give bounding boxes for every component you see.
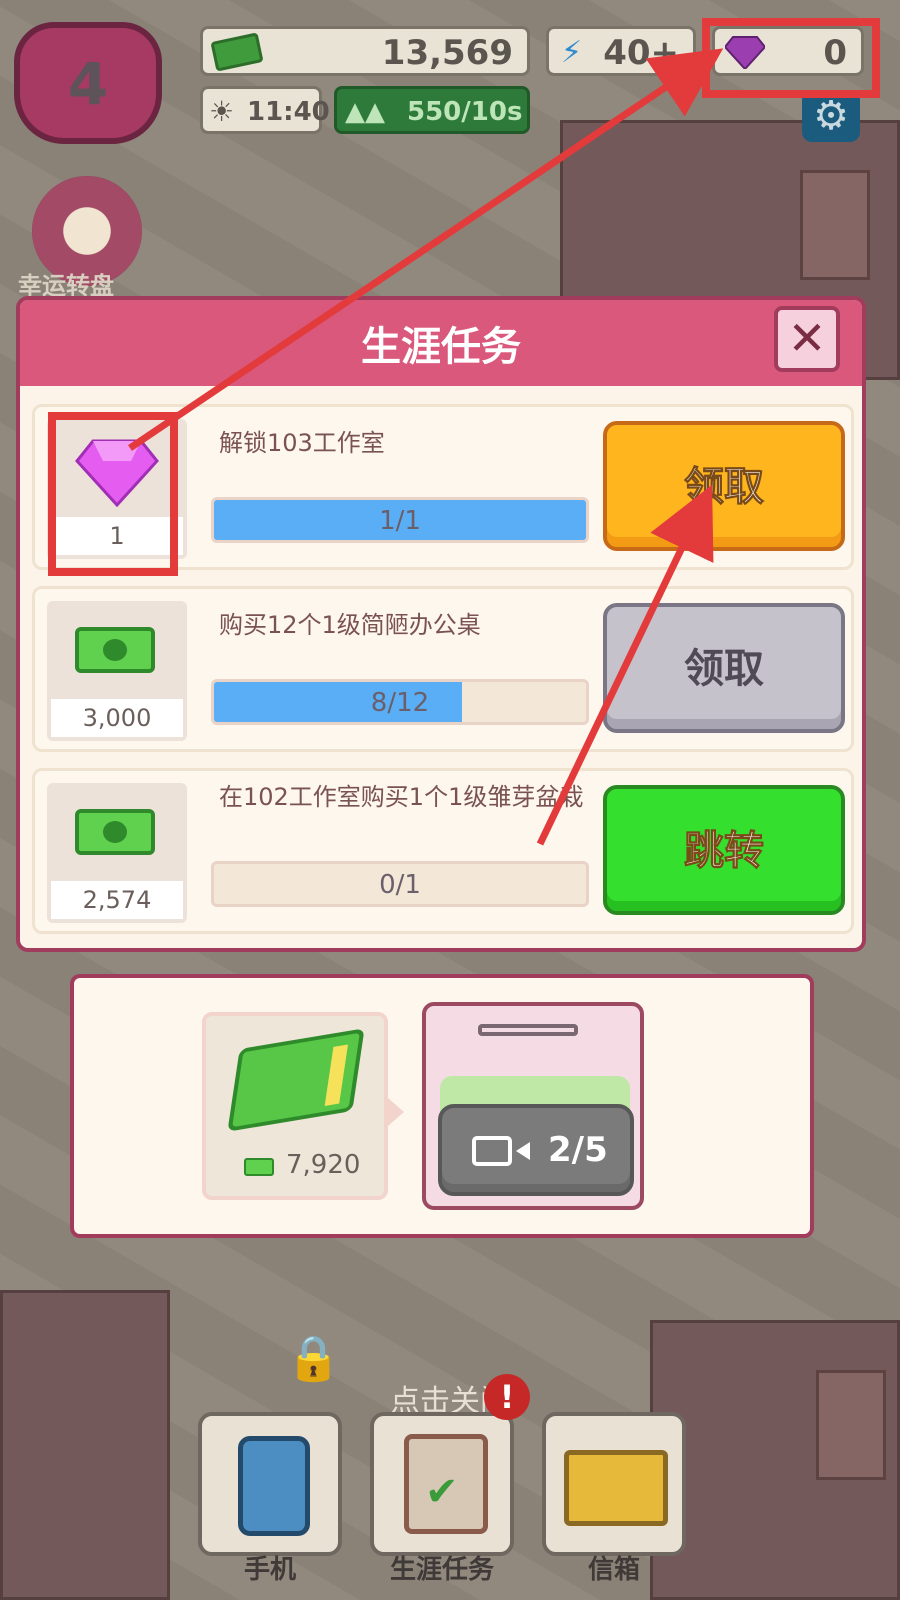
claim-button-label: 领取 xyxy=(684,646,764,692)
cash-bill-icon xyxy=(75,809,155,855)
clock-value: 11:40 xyxy=(247,97,330,127)
career-tasks-dialog: 生涯任务 ✕ 1 解锁103工作室 1/1 领取 3,000 购买12个1级简陋… xyxy=(16,296,866,952)
video-camera-icon xyxy=(472,1136,530,1166)
lightning-icon: ⚡ xyxy=(561,35,583,70)
goto-button-label: 跳转 xyxy=(684,828,765,875)
checkmark-icon: ✔ xyxy=(425,1469,459,1515)
dock-mail-label: 信箱 xyxy=(587,1555,640,1585)
reward-amount: 2,574 xyxy=(51,881,183,919)
progress-text: 1/1 xyxy=(379,506,421,536)
cash-bill-icon xyxy=(75,627,155,673)
cash-counter: 13,569 xyxy=(200,26,530,76)
reward-cash: 2,574 xyxy=(47,783,187,923)
cash-icon xyxy=(210,32,264,72)
dock-tasks-button[interactable]: ✔ 生涯任务 xyxy=(370,1412,514,1585)
level-number: 4 xyxy=(67,50,109,118)
dock-tasks-label: 生涯任务 xyxy=(389,1555,494,1585)
reward-cash: 3,000 xyxy=(47,601,187,741)
dock-phone-label: 手机 xyxy=(243,1555,296,1585)
progress-text: 8/12 xyxy=(370,688,430,718)
envelope-icon xyxy=(564,1450,668,1526)
savings-cash-amount: 7,920 xyxy=(286,1150,361,1180)
income-rate: ▲▲ 550/10s xyxy=(334,86,530,134)
phone-icon xyxy=(238,1436,310,1536)
box-slot xyxy=(478,1024,578,1036)
task-row: 2,574 在102工作室购买1个1级雏芽盆栽 0/1 跳转 xyxy=(32,768,854,934)
energy-value: 40+ xyxy=(603,33,679,73)
close-button[interactable]: ✕ xyxy=(774,306,840,372)
cash-stack-icon xyxy=(227,1028,365,1132)
lock-icon: 🔒 xyxy=(286,1333,341,1384)
game-clock: ☀ 11:40 xyxy=(200,86,330,134)
cash-value: 13,569 xyxy=(381,33,513,73)
annotation-box-reward-gem xyxy=(48,412,178,576)
growth-icon: ▲▲ xyxy=(345,97,385,127)
task-label: 解锁103工作室 xyxy=(219,429,385,457)
dock-mail-button[interactable]: 信箱 xyxy=(542,1412,686,1585)
claim-button-label: 领取 xyxy=(684,464,765,511)
progress-text: 0/1 xyxy=(379,870,421,900)
watch-video-button[interactable]: 2/5 xyxy=(438,1104,634,1196)
level-badge[interactable]: 4 xyxy=(14,22,162,144)
reward-amount: 3,000 xyxy=(51,699,183,737)
claim-button-disabled[interactable]: 领取 xyxy=(603,603,845,733)
task-progress-bar: 1/1 xyxy=(211,497,589,543)
task-progress-bar: 0/1 xyxy=(211,861,589,907)
video-count: 2/5 xyxy=(548,1130,608,1170)
pointer-tip xyxy=(388,1098,404,1126)
money-box: 2/5 xyxy=(422,1002,644,1210)
savings-cash-card: 7,920 xyxy=(202,1012,388,1200)
alert-badge: ! xyxy=(484,1374,530,1420)
dialog-header: 生涯任务 ✕ xyxy=(20,300,862,386)
savings-panel: 7,920 2/5 xyxy=(70,974,814,1238)
energy-counter[interactable]: ⚡ 40+ xyxy=(546,26,696,76)
dock-phone-button[interactable]: 手机 xyxy=(198,1412,342,1585)
task-label: 在102工作室购买1个1级雏芽盆栽 xyxy=(219,783,584,811)
task-label: 购买12个1级简陋办公桌 xyxy=(219,611,481,639)
income-rate-value: 550/10s xyxy=(407,97,523,127)
annotation-box-hud-gem xyxy=(702,18,880,98)
sun-icon: ☀ xyxy=(209,95,235,128)
clipboard-icon: ✔ xyxy=(404,1434,488,1534)
claim-button[interactable]: 领取 xyxy=(603,421,845,551)
task-row: 3,000 购买12个1级简陋办公桌 8/12 领取 xyxy=(32,586,854,752)
dialog-title: 生涯任务 xyxy=(361,324,521,370)
task-progress-bar: 8/12 xyxy=(211,679,589,725)
goto-button[interactable]: 跳转 xyxy=(603,785,845,915)
cash-icon xyxy=(244,1158,274,1176)
